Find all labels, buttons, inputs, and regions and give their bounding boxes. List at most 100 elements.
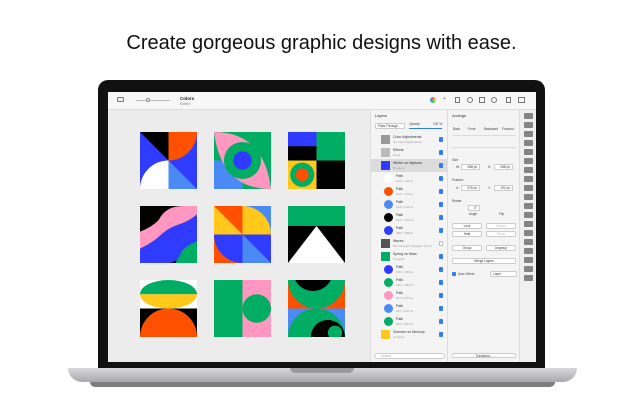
forward-button[interactable]: Forward [502,127,514,131]
layer-visibility-checkbox[interactable] [438,137,443,142]
eraser-tool-icon[interactable] [523,194,533,200]
pen-tool-icon[interactable] [523,140,533,146]
blend-mode-select[interactable]: Pass Through [375,123,405,129]
unlock-button[interactable]: Unlock [486,223,516,229]
ellipse-tool-icon[interactable] [523,158,533,164]
layer-search-input[interactable]: Search [374,353,445,359]
layer-visibility-checkbox[interactable] [438,215,443,220]
lock-button[interactable]: Lock [452,223,482,229]
blur-tool-icon[interactable] [523,221,533,227]
layer-detail: 144 × 144 px [396,179,414,183]
crop-tool-icon[interactable] [523,266,533,272]
layer-visibility-checkbox[interactable] [438,150,443,155]
color-picker-icon[interactable] [430,97,436,103]
ungroup-button[interactable]: Ungroup [486,245,516,251]
layer-visibility-checkbox[interactable] [438,202,443,207]
artwork-tile[interactable] [214,132,271,189]
more-icon[interactable] [491,97,497,103]
layer-row[interactable]: Path 144 × 144 px [371,198,447,211]
layer-row[interactable]: Winter on Neptune 5 Layers [371,159,447,172]
opacity-slider[interactable] [409,128,442,129]
layer-visibility-checkbox[interactable] [438,228,443,233]
layer-visibility-checkbox[interactable] [438,176,443,181]
gradient-tool-icon[interactable] [523,212,533,218]
artwork-tile[interactable] [288,206,345,263]
x-field[interactable]: 576 px [461,185,480,191]
layer-row[interactable]: Path 207 × 207 px [371,315,447,328]
rectangle-tool-icon[interactable] [523,149,533,155]
info-icon[interactable] [467,97,473,103]
artwork-tile[interactable] [288,280,345,337]
zoom-tool-icon[interactable] [523,257,533,263]
layer-row[interactable]: Path 180 × 180 px [371,263,447,276]
layer-row[interactable]: Path 207 × 207 px [371,302,447,315]
layer-visibility-checkbox[interactable] [438,306,443,311]
fill-tool-icon[interactable] [523,185,533,191]
artwork-tile[interactable] [214,280,271,337]
merge-layers-button[interactable]: Merge Layers [452,258,516,264]
layer-visibility-checkbox[interactable] [438,241,443,246]
zoom-slider-thumb[interactable] [146,98,150,102]
inspector-toggle-icon[interactable] [518,97,525,103]
layer-visibility-checkbox[interactable] [438,293,443,298]
front-button[interactable]: Front [468,127,475,131]
layer-row[interactable]: Path 180 × 180 px [371,276,447,289]
auto-select-mode-select[interactable]: Layer [490,271,517,277]
show-button[interactable]: Show [486,231,516,237]
clone-tool-icon[interactable] [523,230,533,236]
smudge-tool-icon[interactable] [523,239,533,245]
auto-select-checkbox[interactable] [452,272,456,276]
layer-row[interactable]: Spring on Mars 5 Layers [371,250,447,263]
layer-row[interactable]: Path 207 × 207 px [371,289,447,302]
shape-tool-icon[interactable] [523,131,533,137]
height-field[interactable]: 288 px [494,164,513,170]
hide-button[interactable]: Hide [452,231,482,237]
artwork-tile[interactable] [140,132,197,189]
layer-visibility-checkbox[interactable] [438,163,443,168]
transform-button[interactable]: Transform... [452,352,516,358]
layer-row[interactable]: Summer on Mercury 4 Layers [371,328,447,341]
direct-select-tool-icon[interactable] [523,122,533,128]
align-buttons[interactable] [452,135,516,148]
auto-select-label: Auto Select [458,272,475,276]
layer-row[interactable]: Effects None [371,146,447,159]
export-icon[interactable] [479,97,485,103]
layer-visibility-checkbox[interactable] [438,319,443,324]
layer-visibility-checkbox[interactable] [438,254,443,259]
layer-visibility-checkbox[interactable] [438,189,443,194]
layer-row[interactable]: Path 288 × 288 px [371,224,447,237]
angle-field[interactable]: 0° [468,205,480,211]
layer-row[interactable]: Color Adjustments No Color Adjustments [371,133,447,146]
share-icon[interactable] [506,97,511,103]
layer-name: Color Adjustments [393,135,422,139]
layer-name: Path [396,174,404,178]
select-tool-icon[interactable] [523,113,533,119]
zoom-slider[interactable] [136,98,170,102]
artwork-tile[interactable] [214,206,271,263]
layer-row[interactable]: Waves SF Compact, Regular, 224 pt [371,237,447,250]
back-button[interactable]: Back [453,127,460,131]
layer-visibility-checkbox[interactable] [438,332,443,337]
canvas[interactable] [108,110,370,362]
layer-visibility-checkbox[interactable] [438,267,443,272]
settings-tool-icon[interactable] [523,275,533,281]
eyedropper-tool-icon[interactable] [523,203,533,209]
layer-visibility-checkbox[interactable] [438,280,443,285]
artwork-tile[interactable] [140,280,197,337]
sidebar-toggle-icon[interactable] [117,97,124,102]
brush-tool-icon[interactable] [523,176,533,182]
star-tool-icon[interactable] [523,167,533,173]
width-field[interactable]: 288 px [461,164,480,170]
layer-row[interactable]: Path 144 × 144 px [371,211,447,224]
layer-row[interactable]: Path 144 × 144 px [371,185,447,198]
group-button[interactable]: Group [452,245,482,251]
library-icon[interactable] [455,97,460,103]
text-tool-icon[interactable] [523,248,533,254]
layer-row[interactable]: Path 144 × 144 px [371,172,447,185]
backward-button[interactable]: Backward [484,127,498,131]
artwork-tile[interactable] [288,132,345,189]
artwork-tile[interactable] [140,206,197,263]
add-icon[interactable]: + [443,96,446,102]
y-field[interactable]: 192 px [494,185,513,191]
layer-detail: 180 × 180 px [396,283,414,287]
